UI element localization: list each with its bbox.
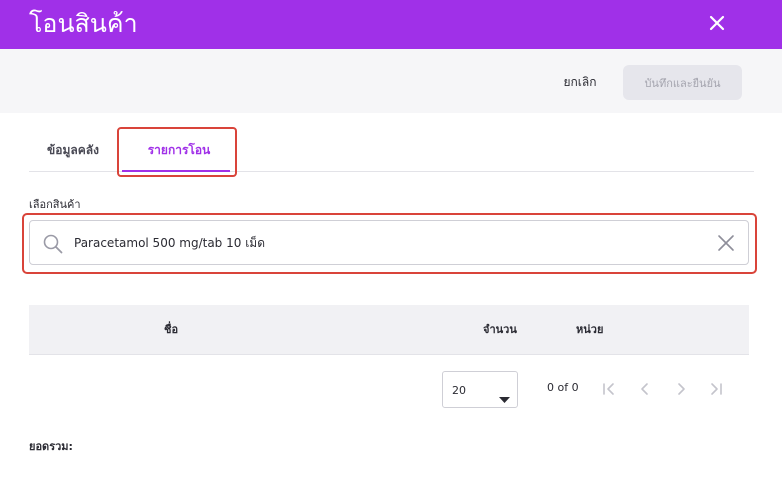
product-search-box [29,220,749,265]
column-header-unit[interactable]: หน่วย [576,305,603,355]
action-bar: ยกเลิก บันทึกและยืนยัน [0,49,782,113]
save-confirm-button[interactable]: บันทึกและยืนยัน [623,65,742,100]
caret-down-icon [499,388,510,403]
first-page-icon[interactable] [600,380,618,398]
table-header: ชื่อ จำนวน หน่วย [29,305,749,355]
page-range-text: 0 of 0 [547,381,579,394]
product-search-input[interactable] [74,231,694,255]
previous-page-icon[interactable] [636,380,654,398]
page-size-value: 20 [452,384,466,397]
page-size-select[interactable]: 20 [442,371,518,408]
tab-bar: ข้อมูลคลัง รายการโอน [29,125,754,172]
clear-icon[interactable] [716,233,736,253]
search-icon [42,233,64,255]
dialog-title: โอนสินค้า [29,9,138,38]
close-icon[interactable] [705,11,729,35]
column-header-quantity[interactable]: จำนวน [483,305,517,355]
next-page-icon[interactable] [672,380,690,398]
last-page-icon[interactable] [707,380,725,398]
tab-warehouse-info[interactable]: ข้อมูลคลัง [29,125,117,172]
active-tab-indicator [122,170,230,172]
tab-transfer-list[interactable]: รายการโอน [122,125,236,172]
column-header-name[interactable]: ชื่อ [164,305,178,355]
dialog-header: โอนสินค้า [0,0,782,49]
total-label: ยอดรวม: [29,440,73,453]
tab-transfer-list-label: รายการโอน [147,143,211,157]
cancel-button[interactable]: ยกเลิก [548,65,612,99]
product-search-label: เลือกสินค้า [29,198,81,211]
